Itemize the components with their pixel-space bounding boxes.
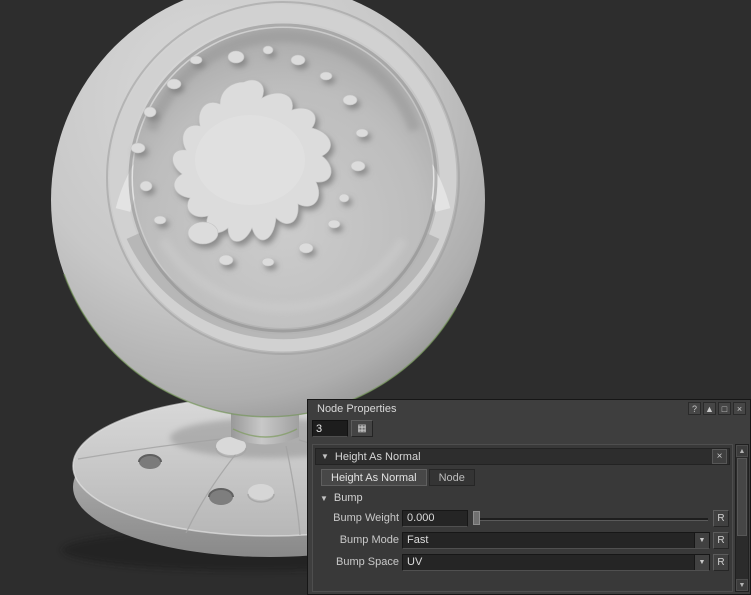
- bump-weight-input[interactable]: [402, 510, 468, 527]
- window-icon[interactable]: □: [718, 402, 731, 415]
- close-icon[interactable]: ×: [733, 402, 746, 415]
- expander-icon[interactable]: ▼: [321, 452, 329, 461]
- bump-weight-label: Bump Weight: [313, 512, 399, 524]
- preset-popup-icon: ▦: [357, 423, 366, 434]
- bump-space-value: UV: [403, 555, 694, 570]
- titlebar-icons: ? ▲ □ ×: [688, 402, 746, 415]
- panel-title: Node Properties: [317, 403, 688, 415]
- panel-scrollbar[interactable]: ▲ ▼: [735, 444, 749, 592]
- bump-weight-slider[interactable]: [471, 510, 710, 527]
- bump-mode-label: Bump Mode: [313, 534, 399, 546]
- bump-mode-row: Bump Mode Fast ▼ R: [313, 529, 732, 551]
- preset-row: ▦: [308, 417, 750, 439]
- scroll-up-icon[interactable]: ▲: [736, 445, 748, 457]
- node-close-button[interactable]: ×: [712, 449, 727, 464]
- slider-groove: [473, 518, 708, 521]
- bump-weight-row: Bump Weight R: [313, 507, 732, 529]
- bump-mode-reset-button[interactable]: R: [713, 532, 729, 549]
- bump-mode-value: Fast: [403, 533, 694, 548]
- properties-content: ▼ Height As Normal × Height As Normal No…: [312, 444, 733, 592]
- bump-section-title: Bump: [334, 492, 363, 504]
- bump-space-row: Bump Space UV ▼ R: [313, 551, 732, 573]
- bump-space-dropdown[interactable]: UV ▼: [402, 554, 710, 571]
- bump-expander-icon[interactable]: ▼: [320, 494, 328, 503]
- tab-bar: Height As Normal Node: [313, 465, 732, 488]
- node-properties-panel: Node Properties ? ▲ □ × ▦ ▼ Height As No…: [307, 399, 751, 595]
- help-icon[interactable]: ?: [688, 402, 701, 415]
- preset-input[interactable]: [312, 420, 348, 437]
- preset-popup-button[interactable]: ▦: [351, 420, 373, 437]
- bump-weight-reset-button[interactable]: R: [713, 510, 729, 527]
- node-header-title: Height As Normal: [335, 451, 706, 463]
- node-header[interactable]: ▼ Height As Normal ×: [315, 448, 730, 465]
- slider-handle[interactable]: [473, 511, 480, 525]
- bump-space-reset-button[interactable]: R: [713, 554, 729, 571]
- chevron-down-icon[interactable]: ▼: [694, 555, 709, 570]
- bump-space-label: Bump Space: [313, 556, 399, 568]
- panel-titlebar[interactable]: Node Properties ? ▲ □ ×: [308, 400, 750, 417]
- shader-ball-sphere: [51, 0, 485, 417]
- application-window: Node Properties ? ▲ □ × ▦ ▼ Height As No…: [0, 0, 751, 595]
- bump-section-header[interactable]: ▼ Bump: [313, 488, 732, 507]
- tab-node[interactable]: Node: [429, 469, 475, 486]
- bump-mode-dropdown[interactable]: Fast ▼: [402, 532, 710, 549]
- scroll-down-icon[interactable]: ▼: [736, 579, 748, 591]
- scrollbar-thumb[interactable]: [737, 458, 747, 536]
- scrollbar-track[interactable]: [736, 537, 748, 579]
- tab-height-as-normal[interactable]: Height As Normal: [321, 469, 427, 486]
- chevron-down-icon[interactable]: ▼: [694, 533, 709, 548]
- pin-icon[interactable]: ▲: [703, 402, 716, 415]
